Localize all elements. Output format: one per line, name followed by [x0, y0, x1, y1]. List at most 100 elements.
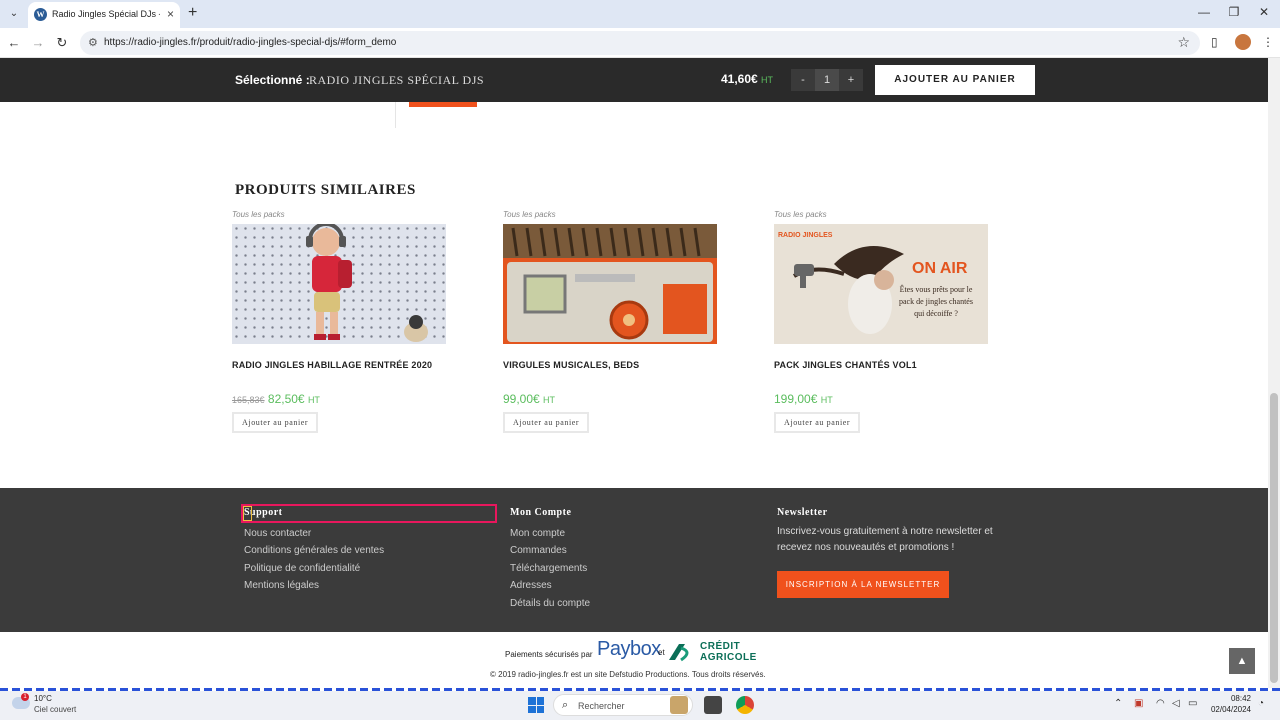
weather-temp: 10°C [34, 694, 52, 703]
footer-link-contact[interactable]: Nous contacter [244, 528, 311, 539]
tab-search-icon[interactable]: ⌄ [6, 6, 22, 22]
newsletter-text: Inscrivez-vous gratuitement à notre news… [777, 526, 993, 553]
search-icon: ⌕ [562, 699, 569, 711]
paybox-logo: Paybox [597, 638, 661, 660]
footer-link-privacy[interactable]: Politique de confidentialité [244, 563, 360, 574]
ca-line: CRÉDIT [700, 641, 741, 652]
product-name[interactable]: VIRGULES MUSICALES, BEDS [503, 360, 717, 370]
ht-label: HT [307, 395, 320, 405]
profile-avatar[interactable] [1235, 34, 1251, 50]
product-category[interactable]: Tous les packs [503, 210, 717, 224]
tagline-line: Êtes vous prêts pour le [899, 285, 973, 294]
ht-label: HT [761, 75, 774, 85]
on-air-headline: ON AIR [912, 260, 968, 277]
minimize-icon[interactable]: — [1194, 5, 1214, 19]
footer-link-account[interactable]: Mon compte [510, 528, 565, 539]
newsletter-signup-button[interactable]: INSCRIPTION À LA NEWSLETTER [777, 571, 949, 598]
qty-input[interactable]: 1 [815, 69, 839, 91]
product-price: 165,83€ 82,50€ HT [232, 392, 446, 406]
reload-icon[interactable]: ↻ [54, 35, 70, 51]
notification-badge: 1 [21, 693, 29, 701]
footer-link-orders[interactable]: Commandes [510, 545, 567, 556]
clock-date: 02/04/2024 [1210, 705, 1251, 714]
product-category[interactable]: Tous les packs [774, 210, 988, 224]
product-image-kid-headphones[interactable] [232, 224, 446, 344]
on-air-tagline: Êtes vous prêts pour le pack de jingles … [886, 284, 986, 320]
notification-icon[interactable]: ◔ [1258, 698, 1264, 709]
scroll-thumb[interactable] [1270, 393, 1278, 683]
divider [395, 102, 396, 128]
system-clock[interactable]: 08:42 02/04/2024 [1207, 693, 1251, 715]
product-category[interactable]: Tous les packs [232, 210, 446, 224]
sticky-cart-bar: Sélectionné : RADIO JINGLES SPÉCIAL DJS … [0, 58, 1268, 102]
url-text: https://radio-jingles.fr/produit/radio-j… [104, 37, 397, 48]
price-value: 99,00€ [503, 392, 540, 406]
footer-link-account-details[interactable]: Détails du compte [510, 598, 590, 609]
footer-link-cgv[interactable]: Conditions générales de ventes [244, 545, 384, 556]
old-price: 165,83€ [232, 395, 265, 405]
browser-tab-bar: ⌄ W Radio Jingles Spécial DJs - Radio × … [0, 0, 1280, 28]
windows-start-icon[interactable] [528, 697, 544, 713]
windows-taskbar: 1 10°C Ciel couvert ⌕ Rechercher ⌃ ▣ ◠ ◁… [0, 691, 1280, 720]
section-title: PRODUITS SIMILAIRES [235, 182, 416, 198]
new-tab-icon[interactable]: + [188, 4, 197, 22]
widget-app-icon[interactable] [670, 696, 688, 714]
page-scrollbar[interactable] [1268, 58, 1280, 688]
site-info-icon[interactable]: ⚙ [88, 36, 98, 49]
product-card: Tous les packs RADIO JINGLES ON AIR Êtes… [774, 210, 988, 433]
clock-time: 08:42 [1230, 694, 1251, 703]
forward-icon[interactable]: → [30, 35, 46, 51]
selected-label: Sélectionné : [235, 73, 310, 87]
price-value: 82,50€ [267, 392, 305, 406]
text-cursor-marker [243, 506, 252, 521]
radio-illustration [503, 224, 717, 342]
tab-title: Radio Jingles Spécial DJs - Radio [52, 9, 160, 19]
product-card: Tous les packs VIRGULES MUSICALES, BEDS … [503, 210, 717, 433]
tray-app-icon[interactable]: ▣ [1134, 698, 1143, 709]
url-input[interactable]: ⚙ https://radio-jingles.fr/produit/radio… [80, 31, 1200, 55]
tagline-line: pack de jingles chantés [899, 297, 973, 306]
radio-jingles-logo-text: RADIO JINGLES [778, 232, 833, 239]
ht-label: HT [543, 395, 556, 405]
bookmark-star-icon[interactable]: ☆ [1177, 34, 1190, 51]
footer-link-downloads[interactable]: Téléchargements [510, 563, 587, 574]
product-image-vintage-radio[interactable] [503, 224, 717, 344]
wifi-icon[interactable]: ◠ [1156, 698, 1165, 709]
footer-link-addresses[interactable]: Adresses [510, 580, 552, 591]
add-to-cart-button[interactable]: AJOUTER AU PANIER [875, 65, 1035, 95]
file-explorer-icon[interactable] [704, 696, 722, 714]
sidebar-icon[interactable]: ▯ [1211, 35, 1218, 49]
battery-icon[interactable]: ▭ [1188, 698, 1197, 709]
selected-product-name: RADIO JINGLES SPÉCIAL DJS [309, 73, 485, 87]
restore-icon[interactable]: ❐ [1224, 5, 1244, 19]
credit-agricole-logo-icon [669, 644, 689, 662]
price-value: 41,60€ [721, 72, 758, 86]
payment-strip: Paiements sécurisés par Paybox et CRÉDIT… [0, 632, 1268, 688]
search-placeholder: Rechercher [578, 701, 625, 711]
back-to-top-button[interactable]: ▲ [1229, 648, 1255, 674]
product-name[interactable]: PACK JINGLES CHANTÉS VOL1 [774, 360, 988, 370]
chrome-icon[interactable] [736, 696, 754, 714]
tab-close-icon[interactable]: × [167, 7, 174, 21]
tray-chevron-icon[interactable]: ⌃ [1114, 698, 1122, 709]
newsletter-title: Newsletter [777, 507, 828, 518]
kid-illustration [306, 224, 428, 342]
tagline-line: qui décoiffe ? [914, 309, 958, 318]
wordpress-favicon-icon: W [34, 8, 47, 21]
volume-icon[interactable]: ◁ [1172, 698, 1180, 709]
add-to-cart-button[interactable]: Ajouter au panier [774, 412, 861, 433]
qty-plus-button[interactable]: + [839, 69, 863, 91]
product-image-on-air[interactable]: RADIO JINGLES ON AIR Êtes vous prêts pou… [774, 224, 988, 344]
browser-tab[interactable]: W Radio Jingles Spécial DJs - Radio × [28, 2, 180, 28]
back-icon[interactable]: ← [6, 35, 22, 51]
add-to-cart-button[interactable]: Ajouter au panier [503, 412, 590, 433]
qty-minus-button[interactable]: - [791, 69, 815, 91]
product-name[interactable]: RADIO JINGLES HABILLAGE RENTRÉE 2020 [232, 360, 446, 370]
menu-dots-icon[interactable]: ⋮ [1262, 35, 1274, 49]
add-to-cart-button[interactable]: Ajouter au panier [232, 412, 319, 433]
product-card: Tous les packs RADIO JINGLES HABILLAGE R… [232, 210, 446, 433]
footer-link-legal[interactable]: Mentions légales [244, 580, 319, 591]
and-label: et [658, 648, 665, 657]
close-window-icon[interactable]: ✕ [1254, 5, 1274, 19]
account-title: Mon Compte [510, 507, 572, 518]
